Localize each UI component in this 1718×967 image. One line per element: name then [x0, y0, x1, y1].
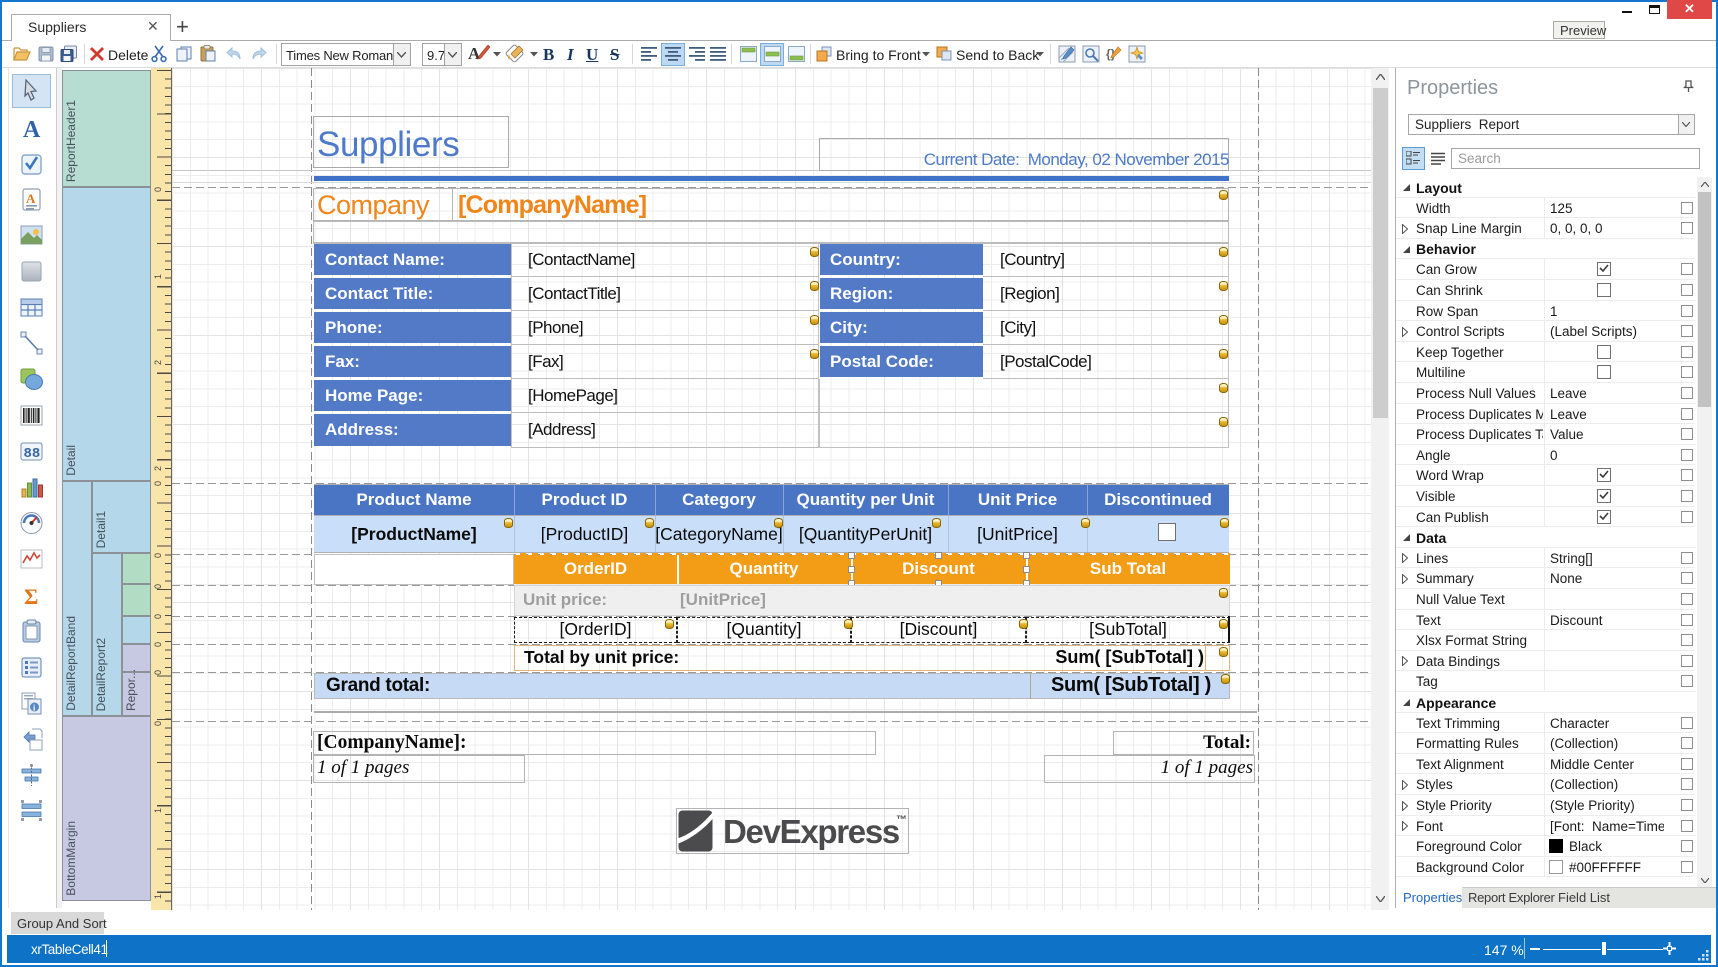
svg-text:A: A [23, 117, 41, 139]
svg-text:88: 88 [24, 446, 41, 462]
svg-text:Σ: Σ [24, 584, 38, 607]
svg-text:A: A [26, 191, 36, 206]
